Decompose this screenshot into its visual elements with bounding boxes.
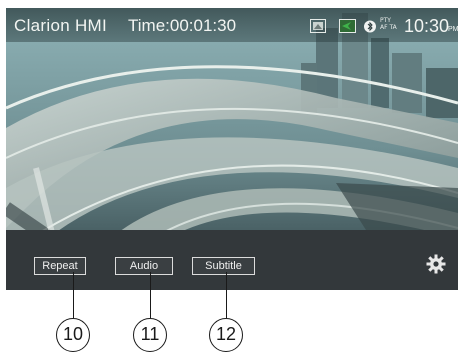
callout-line-repeat	[73, 272, 74, 318]
playback-time: Time:00:01:30	[128, 16, 237, 35]
radio-status-indicator: PTY AF TA	[380, 17, 397, 31]
callout-line-audio	[150, 272, 151, 318]
clock-ampm: PM	[448, 26, 458, 33]
callout-number-repeat: 10	[56, 318, 90, 352]
video-source-icon[interactable]	[310, 19, 326, 33]
pty-label: PTY	[380, 17, 391, 24]
callout-line-subtitle	[226, 272, 227, 318]
callout-number-subtitle: 12	[209, 318, 243, 352]
callout-number-audio: 11	[133, 318, 167, 352]
subtitle-button[interactable]: Subtitle	[192, 257, 255, 275]
af-ta-label: AF TA	[380, 24, 397, 31]
navigation-icon[interactable]	[339, 19, 356, 33]
status-bar: Clarion HMI Time:00:01:30 PTY AF TA 10:3…	[6, 8, 458, 42]
bluetooth-icon	[364, 20, 376, 33]
device-screen: Clarion HMI Time:00:01:30 PTY AF TA 10:3…	[6, 8, 458, 290]
gear-icon[interactable]	[426, 254, 446, 274]
app-title: Clarion HMI	[14, 16, 108, 35]
repeat-button[interactable]: Repeat	[34, 257, 86, 275]
clock: 10:30	[404, 16, 450, 36]
audio-button[interactable]: Audio	[115, 257, 173, 275]
